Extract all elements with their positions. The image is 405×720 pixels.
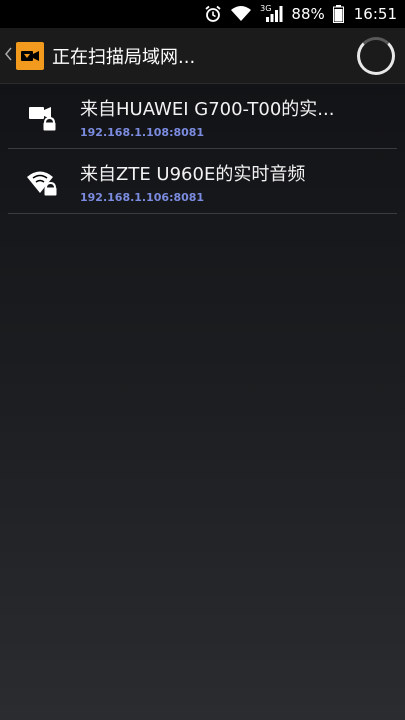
spinner-icon — [357, 37, 395, 75]
camera-lock-icon — [20, 95, 64, 139]
battery-percent: 88% — [291, 5, 325, 23]
device-address: 192.168.1.106:8081 — [80, 190, 205, 204]
up-navigation-icon[interactable] — [4, 47, 14, 65]
clock: 16:51 — [353, 5, 397, 23]
action-bar: 正在扫描局域网... — [0, 28, 405, 84]
divider — [8, 213, 397, 214]
list-item-device-1[interactable]: 来自HUAWEI G700-T00的实... 192.168.1.108:808… — [0, 84, 405, 149]
device-text: 来自HUAWEI G700-T00的实... 192.168.1.108:808… — [80, 95, 334, 139]
device-title: 来自ZTE U960E的实时音频 — [80, 163, 306, 185]
device-text: 来自ZTE U960E的实时音频 192.168.1.106:8081 — [80, 160, 305, 204]
signal-icon: 3G — [260, 3, 283, 23]
network-type-label: 3G — [260, 3, 272, 13]
wifi-icon — [230, 5, 252, 23]
device-address: 192.168.1.108:8081 — [80, 125, 205, 139]
status-bar: 3G 88% 16:51 — [0, 0, 405, 28]
battery-icon — [332, 5, 344, 23]
wifi-lock-icon — [20, 160, 64, 204]
device-title: 来自HUAWEI G700-T00的实... — [80, 98, 335, 120]
list-item-device-2[interactable]: 来自ZTE U960E的实时音频 192.168.1.106:8081 — [0, 149, 405, 214]
alarm-icon — [204, 5, 222, 23]
camera-icon[interactable] — [16, 41, 44, 70]
page-title: 正在扫描局域网... — [52, 46, 196, 68]
device-list: 来自HUAWEI G700-T00的实... 192.168.1.108:808… — [0, 84, 405, 720]
